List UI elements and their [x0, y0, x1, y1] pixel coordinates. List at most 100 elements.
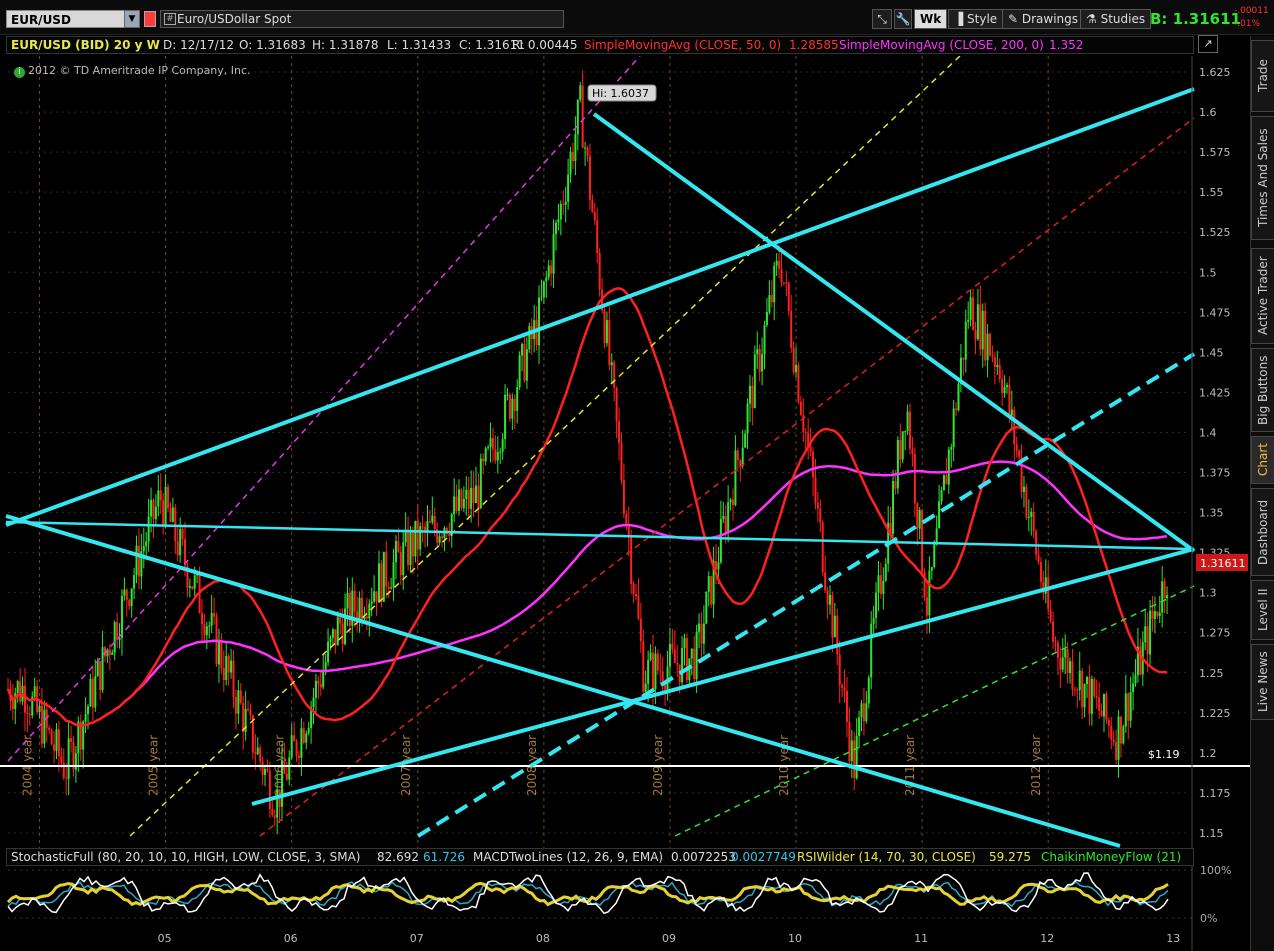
candle-body: [385, 551, 388, 587]
info-range: R: 0.00445: [512, 38, 578, 52]
hash-icon[interactable]: #: [164, 13, 176, 25]
color-flag-icon[interactable]: [144, 11, 156, 27]
side-tab-dashboard[interactable]: Dashboard: [1251, 488, 1274, 576]
candle-body: [1098, 697, 1101, 711]
side-tab-chart[interactable]: Chart: [1251, 436, 1274, 484]
candle-body: [899, 439, 902, 460]
side-tab-times-and-sales[interactable]: Times And Sales: [1251, 116, 1274, 240]
candle-body: [685, 638, 688, 681]
candle-body: [841, 685, 844, 688]
candle-body: [484, 448, 487, 462]
symbol-input[interactable]: EUR/USD: [6, 10, 140, 28]
candle-body: [295, 741, 298, 756]
candle-body: [1056, 642, 1059, 658]
candle-body: [470, 487, 473, 509]
candle-body: [836, 615, 839, 655]
description-text: Euro/USDollar Spot: [177, 12, 292, 26]
candle-body: [928, 570, 931, 616]
candle-body: [875, 592, 878, 619]
stochastic-chart[interactable]: 100% 0% 05 06 07 08 09 10 11 12 13: [0, 866, 1250, 951]
stoch-label[interactable]: StochasticFull (80, 20, 10, 10, HIGH, LO…: [11, 849, 360, 865]
candle-body: [700, 623, 703, 644]
x-tick-label: 05: [158, 932, 172, 945]
candle-body: [511, 398, 514, 419]
candle-body: [1163, 581, 1166, 599]
price-chart[interactable]: 2004 year2005 year2006 year2007 year2008…: [0, 56, 1250, 848]
candle-body: [554, 222, 557, 235]
candle-body: [906, 411, 909, 432]
candle-body: [123, 589, 126, 596]
candle-body: [130, 588, 133, 607]
symbol-dropdown-button[interactable]: ▼: [124, 10, 140, 28]
candle-body: [790, 311, 793, 348]
candle-body: [756, 348, 759, 355]
candle-body: [213, 613, 216, 617]
x-tick-label: 08: [536, 932, 550, 945]
candle-body: [644, 683, 647, 692]
macd-value-1: 0.0072253: [671, 850, 736, 864]
side-tab-live-news[interactable]: Live News: [1251, 644, 1274, 720]
chart-settings-icon[interactable]: ↗: [1198, 35, 1218, 53]
candle-body: [872, 618, 875, 624]
candle-body: [43, 709, 46, 744]
studies-button[interactable]: ⚗ Studies: [1080, 9, 1152, 29]
candle-body: [824, 572, 827, 591]
candle-body: [576, 99, 579, 135]
candle-body: [1132, 683, 1135, 693]
candle-body: [826, 590, 829, 605]
candle-body: [496, 452, 499, 461]
candle-body: [993, 357, 996, 368]
side-tab-big-buttons[interactable]: Big Buttons: [1251, 348, 1274, 432]
candle-body: [853, 740, 856, 779]
candle-body: [828, 594, 831, 605]
candle-body: [882, 580, 885, 594]
sma200-label[interactable]: SimpleMovingAvg (CLOSE, 200, 0): [839, 37, 1044, 53]
candle-body: [210, 613, 213, 626]
candle-body: [55, 729, 58, 751]
candle-body: [816, 502, 819, 509]
sma50-label[interactable]: SimpleMovingAvg (CLOSE, 50, 0): [584, 37, 781, 53]
candle-body: [91, 678, 94, 708]
candle-body: [145, 541, 148, 547]
candle-body: [778, 260, 781, 269]
candle-body: [528, 326, 531, 350]
candle-body: [693, 648, 696, 680]
candle-body: [428, 521, 431, 523]
candle-body: [850, 740, 853, 762]
candle-body: [74, 753, 77, 770]
candle-body: [1076, 689, 1079, 691]
candle-body: [540, 297, 543, 299]
candle-body: [673, 649, 676, 663]
period-button[interactable]: Wk: [914, 9, 948, 29]
candle-body: [538, 297, 541, 346]
candle-body: [562, 203, 565, 205]
candle-body: [782, 282, 785, 284]
candle-body: [581, 85, 584, 148]
candle-body: [780, 268, 783, 283]
candle-body: [300, 728, 303, 758]
y-tick-label: 1.5: [1199, 266, 1217, 279]
rsi-label[interactable]: RSIWilder (14, 70, 30, CLOSE): [797, 849, 976, 865]
candle-body: [1156, 611, 1159, 616]
style-button[interactable]: ▐ Style: [948, 9, 1004, 29]
cursor-tool-icon[interactable]: ⤡: [872, 9, 892, 29]
info-icon[interactable]: i: [14, 67, 25, 78]
cmf-label[interactable]: ChaikinMoneyFlow (21): [1041, 849, 1181, 865]
side-tab-trade[interactable]: Trade: [1251, 40, 1274, 112]
drawings-button[interactable]: ✎ Drawings: [1002, 9, 1085, 29]
macd-label[interactable]: MACDTwoLines (12, 26, 9, EMA): [473, 849, 663, 865]
candle-body: [734, 450, 737, 506]
bid-price: B: 1.31611: [1150, 10, 1241, 28]
wrench-icon[interactable]: 🔧: [894, 9, 912, 29]
candle-body: [135, 545, 138, 576]
info-symbol[interactable]: EUR/USD (BID) 20 y W: [11, 37, 160, 53]
candle-body: [605, 320, 608, 344]
candle-body: [651, 652, 654, 690]
side-tab-active-trader[interactable]: Active Trader: [1251, 248, 1274, 344]
candle-body: [668, 643, 671, 667]
candle-body: [681, 648, 684, 683]
candle-body: [1110, 725, 1113, 740]
candle-body: [217, 640, 220, 665]
candle-body: [348, 593, 351, 626]
side-tab-level-ii[interactable]: Level II: [1251, 580, 1274, 640]
